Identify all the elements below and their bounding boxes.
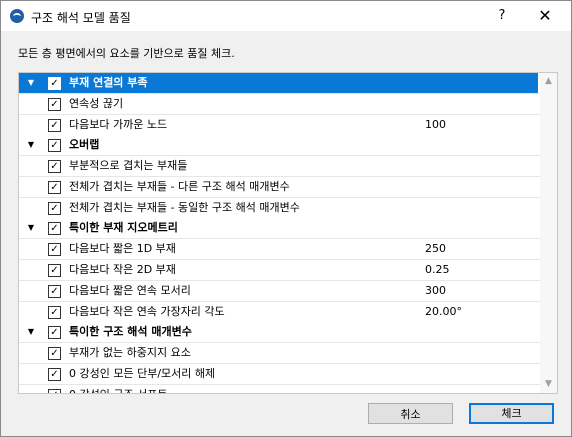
item-label: 다음보다 작은 연속 가장자리 각도	[69, 305, 225, 318]
group-label: 부재 연결의 부족	[69, 76, 148, 89]
group-label: 오버랩	[69, 138, 100, 151]
triangle-down-icon[interactable]: ▼	[26, 218, 36, 238]
title-bar: 구조 해석 모델 품질 ? ✕	[1, 1, 571, 31]
quality-check-list[interactable]: ▼ ✓ 부재 연결의 부족 ✓ 연속성 끊기 ✓ 다음보다 가까운 노드 100 ▼ ✓ 오버랩 ✓ 부…	[18, 72, 558, 394]
item-checkbox[interactable]: ✓	[48, 285, 61, 298]
check-item-row[interactable]: ✓ 전체가 겹치는 부재들 - 동일한 구조 해석 매개변수	[19, 197, 557, 218]
group-checkbox[interactable]: ✓	[48, 139, 61, 152]
scroll-up-icon[interactable]: ▲	[540, 73, 557, 90]
item-label: 0 강성인 구조 서포트	[69, 385, 167, 393]
item-value[interactable]: 100	[425, 115, 446, 135]
check-item-row[interactable]: ✓ 부재가 없는 하중지지 요소	[19, 342, 557, 363]
check-item-row[interactable]: ✓ 다음보다 가까운 노드 100	[19, 114, 557, 135]
item-label: 다음보다 작은 2D 부재	[69, 263, 176, 276]
item-checkbox[interactable]: ✓	[48, 389, 61, 393]
check-item-row[interactable]: ✓ 0 강성인 구조 서포트	[19, 384, 557, 393]
group-checkbox[interactable]: ✓	[48, 222, 61, 235]
check-item-row[interactable]: ✓ 전체가 겹치는 부재들 - 다른 구조 해석 매개변수	[19, 176, 557, 197]
list-rows: ▼ ✓ 부재 연결의 부족 ✓ 연속성 끊기 ✓ 다음보다 가까운 노드 100 ▼ ✓ 오버랩 ✓ 부…	[19, 73, 557, 393]
item-label: 다음보다 짧은 1D 부재	[69, 242, 176, 255]
item-checkbox[interactable]: ✓	[48, 347, 61, 360]
item-checkbox[interactable]: ✓	[48, 243, 61, 256]
archicad-app-icon	[10, 9, 24, 23]
scroll-down-icon[interactable]: ▼	[540, 376, 557, 393]
help-button[interactable]: ?	[492, 6, 512, 26]
item-label: 다음보다 가까운 노드	[69, 118, 168, 131]
item-checkbox[interactable]: ✓	[48, 306, 61, 319]
item-checkbox[interactable]: ✓	[48, 202, 61, 215]
item-value[interactable]: 0.25	[425, 260, 450, 280]
group-checkbox[interactable]: ✓	[48, 326, 61, 339]
window-title: 구조 해석 모델 품질	[31, 11, 131, 25]
item-label: 부분적으로 겹치는 부재들	[69, 159, 188, 172]
item-checkbox[interactable]: ✓	[48, 98, 61, 111]
item-label: 전체가 겹치는 부재들 - 다른 구조 해석 매개변수	[69, 180, 290, 193]
item-checkbox[interactable]: ✓	[48, 264, 61, 277]
dialog-window: 구조 해석 모델 품질 ? ✕ 모든 층 평면에서의 요소를 기반으로 품질 체…	[0, 0, 572, 437]
vertical-scrollbar[interactable]: ▲ ▼	[540, 73, 557, 393]
group-label: 특이한 부재 지오메트리	[69, 221, 178, 234]
check-item-row[interactable]: ✓ 연속성 끊기	[19, 93, 557, 114]
check-item-row[interactable]: ✓ 부분적으로 겹치는 부재들	[19, 155, 557, 176]
group-checkbox[interactable]: ✓	[48, 77, 61, 90]
item-label: 0 강성인 모든 단부/모서리 해제	[69, 367, 216, 380]
group-row[interactable]: ▼ ✓ 오버랩	[19, 135, 557, 155]
item-checkbox[interactable]: ✓	[48, 181, 61, 194]
item-value[interactable]: 20.00°	[425, 302, 462, 322]
check-item-row[interactable]: ✓ 다음보다 작은 2D 부재 0.25	[19, 259, 557, 280]
triangle-down-icon[interactable]: ▼	[26, 135, 36, 155]
group-row[interactable]: ▼ ✓ 특이한 부재 지오메트리	[19, 218, 557, 238]
item-value[interactable]: 300	[425, 281, 446, 301]
item-checkbox[interactable]: ✓	[48, 368, 61, 381]
check-item-row[interactable]: ✓ 다음보다 작은 연속 가장자리 각도 20.00°	[19, 301, 557, 322]
group-row[interactable]: ▼ ✓ 부재 연결의 부족	[19, 73, 538, 93]
item-value[interactable]: 250	[425, 239, 446, 259]
close-button[interactable]: ✕	[533, 6, 557, 26]
cancel-button[interactable]: 취소	[368, 403, 453, 424]
item-checkbox[interactable]: ✓	[48, 119, 61, 132]
triangle-down-icon[interactable]: ▼	[26, 73, 36, 93]
item-checkbox[interactable]: ✓	[48, 160, 61, 173]
description-text: 모든 층 평면에서의 요소를 기반으로 품질 체크.	[18, 47, 235, 60]
item-label: 부재가 없는 하중지지 요소	[69, 346, 191, 359]
check-item-row[interactable]: ✓ 0 강성인 모든 단부/모서리 해제	[19, 363, 557, 384]
check-item-row[interactable]: ✓ 다음보다 짧은 1D 부재 250	[19, 238, 557, 259]
check-item-row[interactable]: ✓ 다음보다 짧은 연속 모서리 300	[19, 280, 557, 301]
group-row[interactable]: ▼ ✓ 특이한 구조 해석 매개변수	[19, 322, 557, 342]
item-label: 전체가 겹치는 부재들 - 동일한 구조 해석 매개변수	[69, 201, 300, 214]
item-label: 연속성 끊기	[69, 97, 124, 110]
item-label: 다음보다 짧은 연속 모서리	[69, 284, 191, 297]
check-button[interactable]: 체크	[469, 403, 554, 424]
triangle-down-icon[interactable]: ▼	[26, 322, 36, 342]
group-label: 특이한 구조 해석 매개변수	[69, 325, 192, 338]
